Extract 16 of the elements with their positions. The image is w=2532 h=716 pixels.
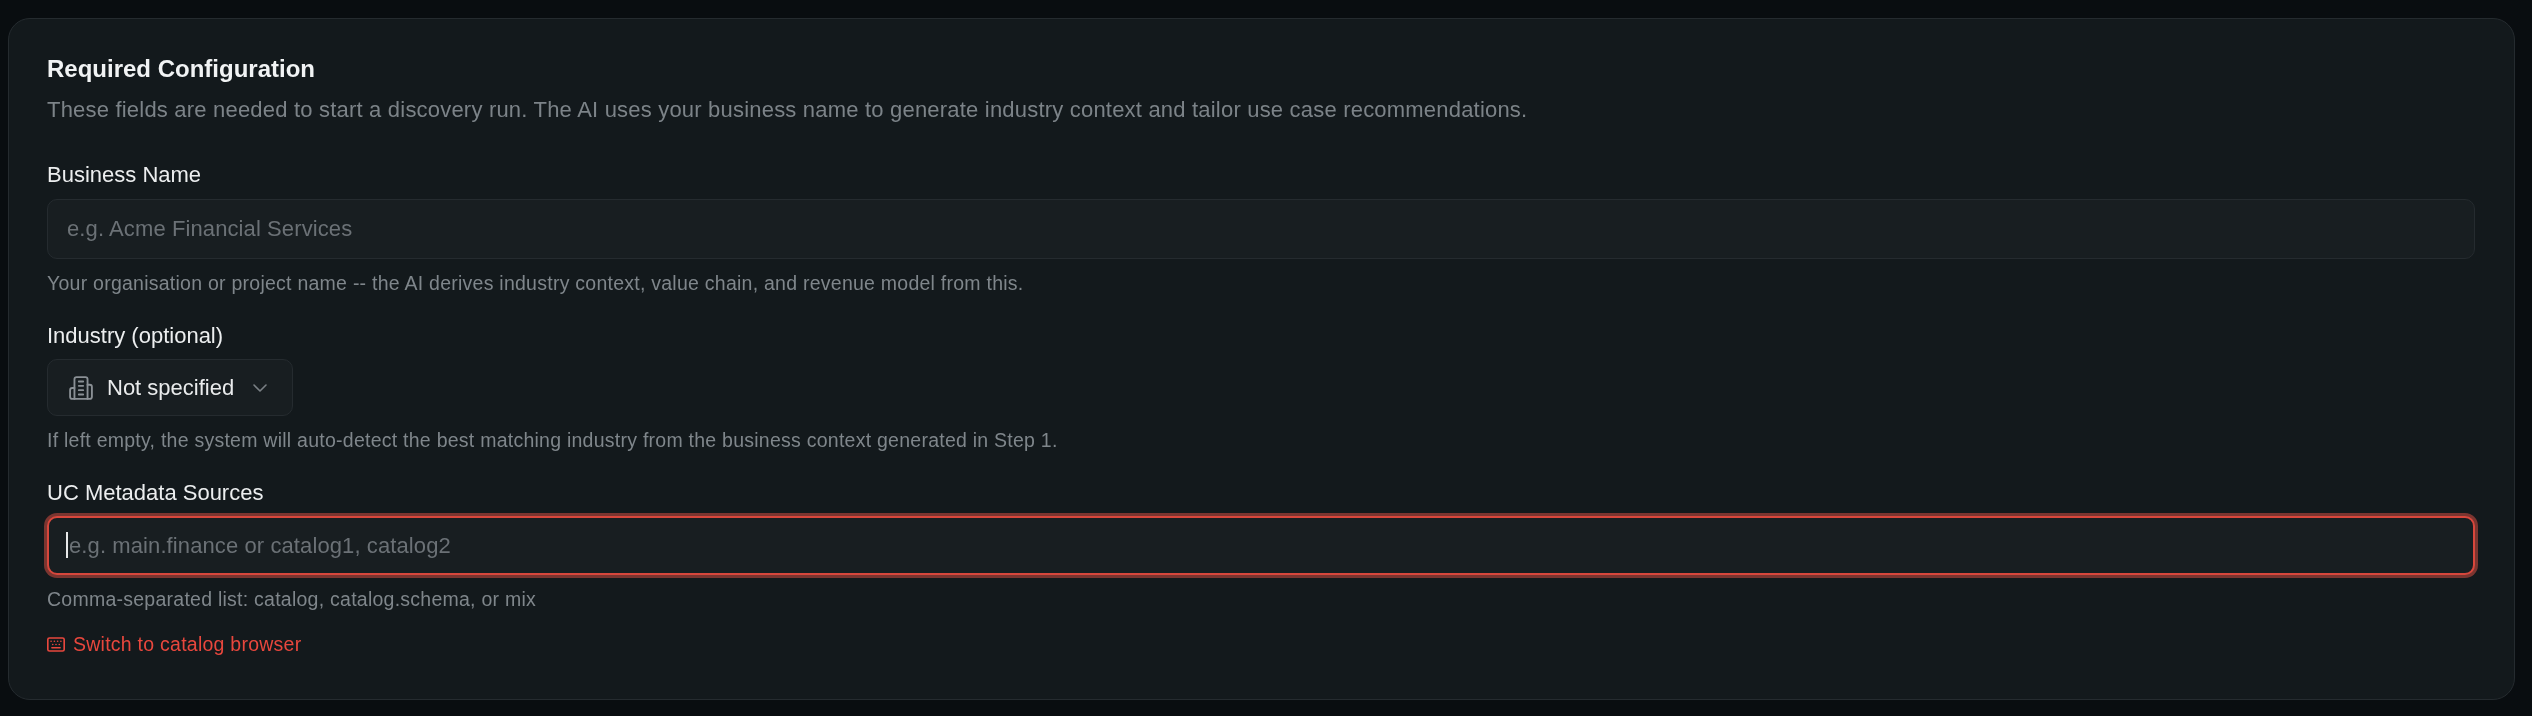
help-text: If left empty, the system will auto-detect the best matching industry from the business context generated in Step 1.: [47, 428, 1059, 452]
building-icon: [69, 375, 93, 400]
chevron-down-icon: [253, 383, 268, 392]
text-input-field[interactable]: e.g. main.finance or catalog1, catalog2: [47, 516, 2475, 575]
section-description: These fields are needed to start a discovery run. The AI uses your business name to generate industry context and tailor use case recommendations.: [47, 96, 1529, 124]
field-label: UC Metadata Sources: [47, 479, 265, 507]
keyboard-icon: [47, 636, 65, 652]
section-title: Required Configuration: [47, 54, 316, 84]
text-cursor-icon: [66, 532, 68, 558]
industry-dropdown[interactable]: Not specified: [47, 359, 294, 416]
field-label: Business Name: [47, 161, 203, 189]
help-text: Comma-separated list: catalog, catalog.schema, or mix: [47, 587, 538, 611]
help-text: Your organisation or project name -- the AI derives industry context, value chain, and revenue model from this.: [47, 271, 1025, 295]
text-input-field[interactable]: e.g. Acme Financial Services: [47, 199, 2475, 259]
catalog-browser-link[interactable]: Switch to catalog browser: [47, 632, 302, 656]
field-label: Industry (optional): [47, 322, 225, 350]
